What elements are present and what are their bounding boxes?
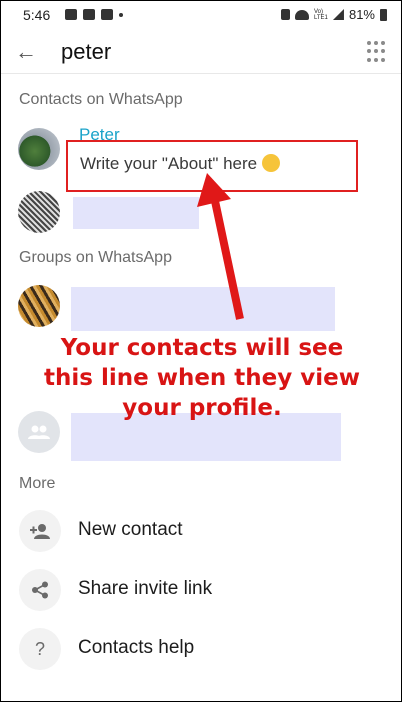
new-contact-label: New contact bbox=[78, 519, 183, 540]
contacts-help-item[interactable]: ? Contacts help bbox=[1, 623, 401, 675]
share-invite-label: Share invite link bbox=[78, 578, 213, 599]
help-icon: ? bbox=[19, 628, 61, 670]
annotation-callout: Your contacts will see this line when th… bbox=[21, 333, 383, 423]
phone-screen: 5:46 Vo) LTE1 81% ← peter Contacts on Wh… bbox=[0, 0, 402, 702]
annotation-line-3: your profile. bbox=[122, 395, 282, 421]
share-invite-item[interactable]: Share invite link bbox=[1, 564, 401, 616]
more-section-header: More bbox=[19, 475, 56, 492]
annotation-line-2: this line when they view bbox=[44, 365, 360, 391]
annotation-line-1: Your contacts will see bbox=[60, 335, 344, 361]
new-contact-item[interactable]: New contact bbox=[1, 505, 401, 557]
contacts-help-label: Contacts help bbox=[78, 637, 195, 658]
share-icon bbox=[19, 569, 61, 611]
add-person-icon bbox=[19, 510, 61, 552]
